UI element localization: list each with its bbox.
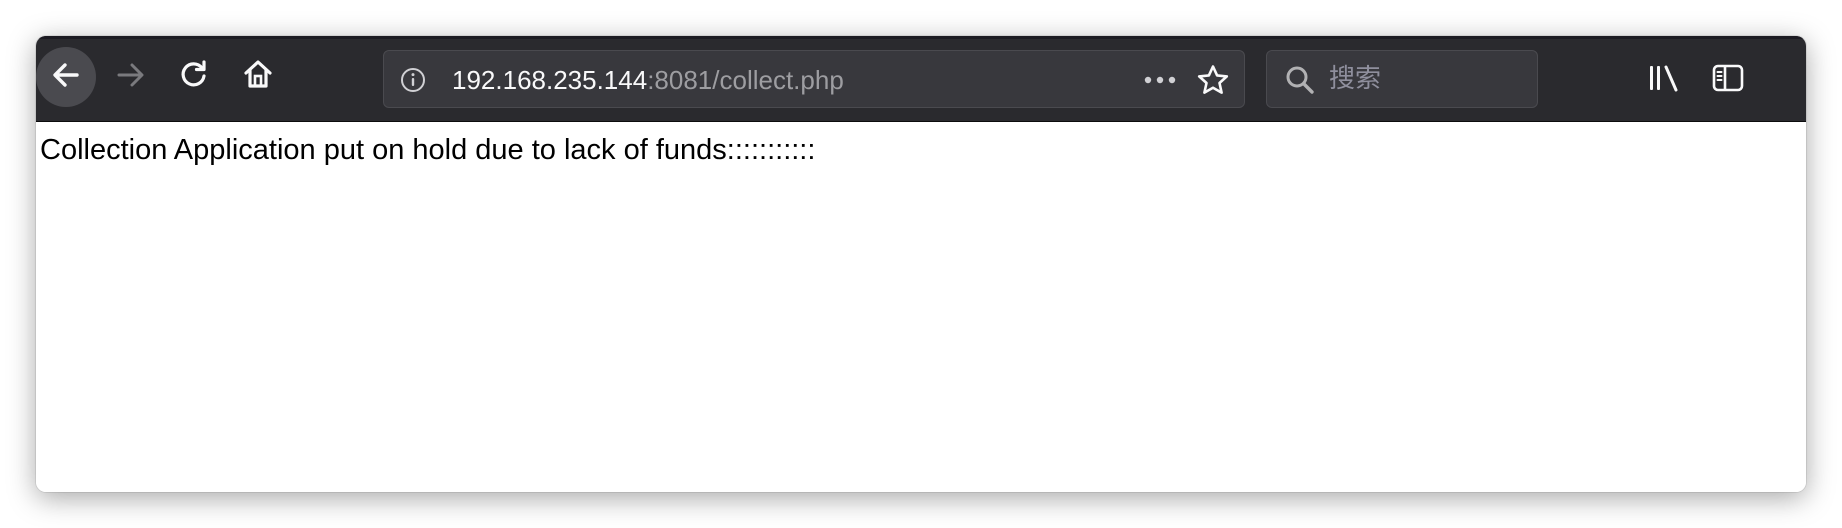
more-dots-icon[interactable] bbox=[1140, 65, 1180, 95]
url-path: :8081/collect.php bbox=[647, 65, 844, 95]
back-button[interactable] bbox=[36, 47, 96, 107]
reload-button[interactable] bbox=[174, 56, 214, 96]
search-input[interactable] bbox=[1329, 59, 1519, 99]
search-bar[interactable] bbox=[1266, 50, 1538, 108]
arrow-right-icon bbox=[114, 57, 150, 98]
info-icon[interactable] bbox=[398, 65, 428, 95]
url-host: 192.168.235.144 bbox=[452, 65, 648, 95]
search-icon bbox=[1283, 63, 1317, 97]
page-body-text: Collection Application put on hold due t… bbox=[40, 134, 816, 166]
arrow-left-icon bbox=[48, 57, 84, 98]
url-text[interactable]: 192.168.235.144:8081/collect.php bbox=[452, 65, 844, 95]
page-content: Collection Application put on hold due t… bbox=[36, 122, 1806, 492]
forward-button[interactable] bbox=[112, 57, 152, 97]
library-icon[interactable] bbox=[1644, 58, 1684, 98]
home-icon bbox=[241, 57, 275, 96]
home-button[interactable] bbox=[238, 56, 278, 96]
sidebar-icon[interactable] bbox=[1708, 58, 1748, 98]
star-icon[interactable] bbox=[1194, 61, 1232, 99]
toolbar-top-edge bbox=[36, 36, 1806, 39]
browser-toolbar: 192.168.235.144:8081/collect.php bbox=[36, 36, 1806, 122]
url-bar[interactable]: 192.168.235.144:8081/collect.php bbox=[383, 50, 1245, 108]
browser-window: 192.168.235.144:8081/collect.php 搜索 Coll… bbox=[36, 36, 1806, 492]
reload-icon bbox=[177, 57, 211, 96]
